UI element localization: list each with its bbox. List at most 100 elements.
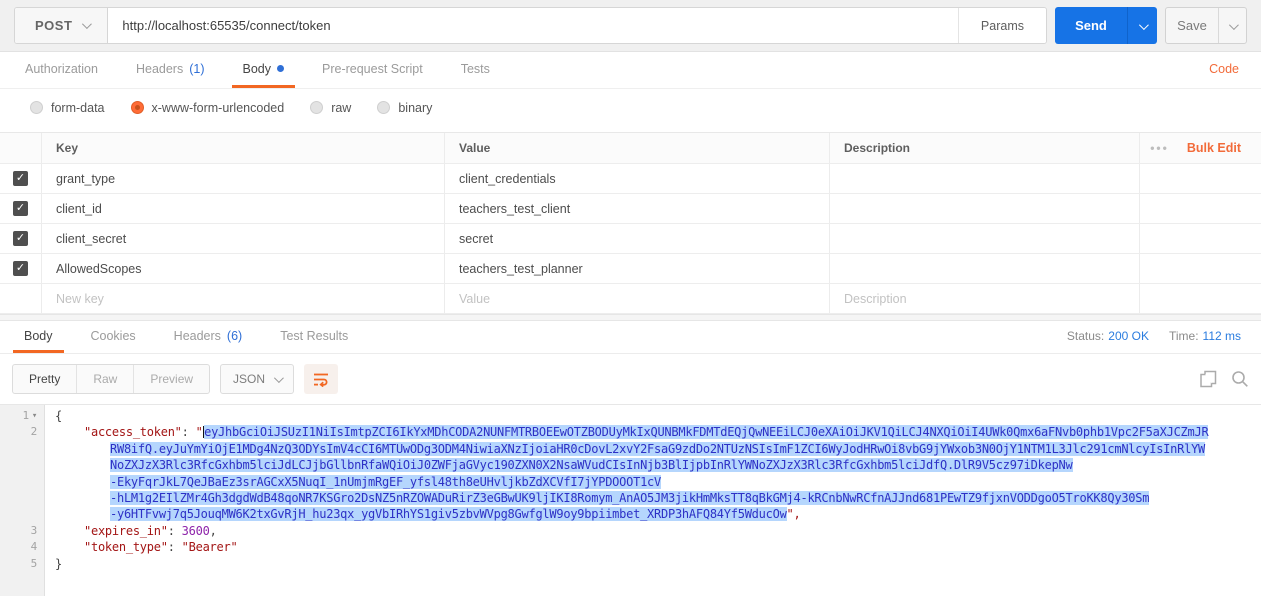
- table-row: ✓ grant_type client_credentials: [0, 164, 1261, 194]
- view-preview-button[interactable]: Preview: [133, 365, 209, 393]
- description-cell[interactable]: [830, 254, 1140, 283]
- response-tab-test-results[interactable]: Test Results: [269, 321, 359, 353]
- access-token-selected-text: RW8ifQ.eyJuYmYiOjE1MDg4NzQ3ODYsImV4cCI6M…: [110, 441, 1206, 456]
- code-link[interactable]: Code: [1209, 62, 1239, 76]
- save-button[interactable]: Save: [1166, 8, 1218, 43]
- method-label: POST: [35, 18, 73, 33]
- code-line-wrapped: NoZXJzX3Rlc3RfcGxhbm5lciJdLCJjbGllbnRfaW…: [0, 457, 1261, 473]
- code-line: 5 }: [0, 556, 1261, 572]
- value-cell[interactable]: client_credentials: [445, 164, 830, 193]
- column-header-value: Value: [445, 133, 830, 163]
- radio-label: form-data: [51, 100, 105, 115]
- row-actions-cell: [1140, 224, 1261, 253]
- send-button[interactable]: Send: [1055, 7, 1127, 44]
- key-cell[interactable]: client_id: [42, 194, 445, 223]
- tab-label: Cookies: [90, 328, 136, 343]
- json-string-value: "Bearer": [181, 540, 238, 555]
- radio-binary[interactable]: binary: [377, 101, 432, 115]
- value-cell[interactable]: teachers_test_client: [445, 194, 830, 223]
- pane-divider[interactable]: [0, 314, 1261, 321]
- language-dropdown[interactable]: JSON: [220, 364, 295, 394]
- tab-headers[interactable]: Headers (1): [125, 52, 216, 88]
- search-button[interactable]: [1231, 370, 1249, 388]
- radio-icon: [377, 101, 391, 114]
- open-quote: ": [195, 425, 203, 440]
- url-input[interactable]: [108, 8, 958, 43]
- row-checkbox[interactable]: ✓: [13, 261, 28, 276]
- new-description-input[interactable]: Description: [830, 284, 1140, 313]
- code-text: -y6HTFvwj7q5JouqMW6K2txGvRjH_hu23qx_ygVb…: [45, 506, 801, 522]
- row-actions-cell: [1140, 194, 1261, 223]
- fold-arrow-icon[interactable]: ▾: [32, 408, 37, 424]
- colon: :: [167, 523, 182, 538]
- colon: :: [167, 540, 182, 555]
- postman-app: POST Params Send Save Authorization Head…: [0, 0, 1261, 596]
- value-cell[interactable]: teachers_test_planner: [445, 254, 830, 283]
- row-checkbox[interactable]: ✓: [13, 201, 28, 216]
- response-tab-cookies[interactable]: Cookies: [80, 321, 147, 353]
- status-badge: Status: 200 OK: [1067, 329, 1149, 343]
- colon: :: [181, 425, 196, 440]
- send-dropdown-button[interactable]: [1127, 7, 1157, 44]
- status-label: Status:: [1066, 329, 1105, 343]
- column-header-key: Key: [42, 133, 445, 163]
- code-text: }: [45, 556, 62, 572]
- save-button-group: Save: [1165, 7, 1247, 44]
- line-number: [0, 474, 45, 490]
- radio-x-www-form-urlencoded[interactable]: x-www-form-urlencoded: [130, 101, 284, 115]
- tab-body[interactable]: Body: [231, 52, 295, 88]
- row-checkbox[interactable]: ✓: [13, 231, 28, 246]
- table-header-row: Key Value Description ••• Bulk Edit: [0, 133, 1261, 164]
- close-quote: ",: [786, 507, 801, 522]
- table-row: ✓ client_id teachers_test_client: [0, 194, 1261, 224]
- description-cell[interactable]: [830, 164, 1140, 193]
- key-cell[interactable]: AllowedScopes: [42, 254, 445, 283]
- method-dropdown[interactable]: POST: [15, 8, 109, 43]
- description-cell[interactable]: [830, 194, 1140, 223]
- response-editor[interactable]: 1 ▾ { 2 "access_token": " eyJhbGciOiJSUzI…: [0, 404, 1261, 596]
- view-pretty-button[interactable]: Pretty: [13, 365, 76, 393]
- line-number: 3: [0, 523, 45, 539]
- table-row: ✓ client_secret secret: [0, 224, 1261, 254]
- response-toolbar: Pretty Raw Preview JSON: [0, 354, 1261, 404]
- radio-raw[interactable]: raw: [310, 101, 351, 115]
- code-line: 4 "token_type": "Bearer": [0, 539, 1261, 555]
- description-cell[interactable]: [830, 224, 1140, 253]
- save-dropdown-button[interactable]: [1218, 8, 1246, 43]
- response-meta: Status: 200 OK Time: 112 ms: [1067, 329, 1241, 343]
- access-token-selected-text: -hLM1g2EIlZMr4Gh3dgdWdB48qoNR7KSGro2DsNZ…: [110, 491, 1150, 506]
- radio-label: binary: [398, 100, 433, 115]
- line-number-text: 5: [30, 556, 38, 570]
- params-button[interactable]: Params: [957, 8, 1046, 43]
- response-tab-body[interactable]: Body: [13, 321, 64, 353]
- radio-icon: [30, 101, 43, 114]
- line-number-text: 4: [30, 540, 38, 554]
- column-header-description: Description: [830, 133, 1140, 163]
- checkbox-cell: ✓: [0, 194, 42, 223]
- access-token-selected-text: NoZXJzX3Rlc3RfcGxhbm5lciJdLCJjbGllbnRfaW…: [110, 458, 1073, 473]
- wrap-text-button[interactable]: [304, 364, 339, 394]
- tab-tests[interactable]: Tests: [450, 52, 501, 88]
- code-line-wrapped: RW8ifQ.eyJuYmYiOjE1MDg4NzQ3ODYsImV4cCI6M…: [0, 441, 1261, 457]
- row-checkbox[interactable]: ✓: [13, 171, 28, 186]
- radio-form-data[interactable]: form-data: [30, 101, 105, 115]
- code-text: "expires_in": 3600,: [45, 523, 217, 539]
- line-number: [0, 441, 45, 457]
- new-key-input[interactable]: New key: [42, 284, 445, 313]
- more-options-icon[interactable]: •••: [1150, 141, 1169, 155]
- copy-button[interactable]: [1200, 370, 1217, 388]
- key-cell[interactable]: client_secret: [42, 224, 445, 253]
- code-text: -hLM1g2EIlZMr4Gh3dgdWdB48qoNR7KSGro2DsNZ…: [45, 490, 1149, 506]
- access-token-selected-text: eyJhbGciOiJSUzI1NiIsImtpZCI6IkYxMDhCODA2…: [204, 425, 1209, 440]
- response-tab-headers[interactable]: Headers (6): [163, 321, 254, 353]
- bulk-edit-link[interactable]: Bulk Edit: [1187, 141, 1241, 155]
- view-raw-button[interactable]: Raw: [76, 365, 133, 393]
- key-cell[interactable]: grant_type: [42, 164, 445, 193]
- value-cell[interactable]: secret: [445, 224, 830, 253]
- tab-pre-request-script[interactable]: Pre-request Script: [311, 52, 434, 88]
- new-value-input[interactable]: Value: [445, 284, 830, 313]
- json-key: "access_token": [84, 425, 182, 440]
- radio-selected-icon: [130, 101, 144, 114]
- code-text: NoZXJzX3Rlc3RfcGxhbm5lciJdLCJjbGllbnRfaW…: [45, 457, 1073, 473]
- tab-authorization[interactable]: Authorization: [14, 52, 109, 88]
